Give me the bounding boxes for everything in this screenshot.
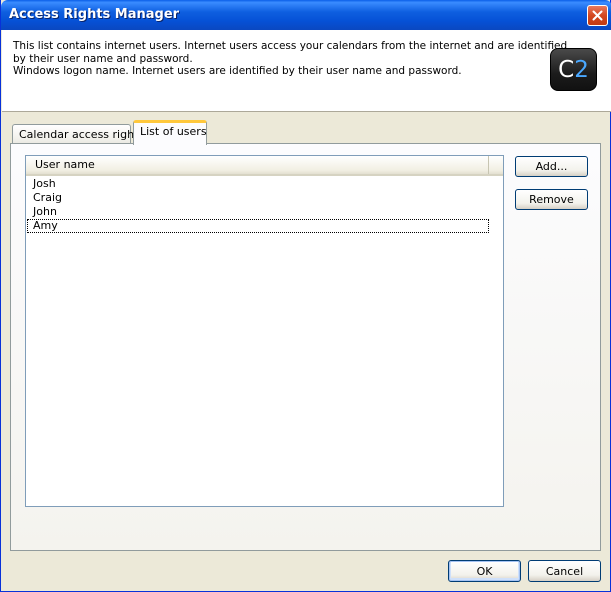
ok-button[interactable]: OK bbox=[448, 560, 521, 582]
description-line: by their user name and password. bbox=[13, 52, 193, 65]
close-icon bbox=[592, 10, 603, 21]
title-bar[interactable]: Access Rights Manager bbox=[1, 0, 611, 30]
description-text: This list contains internet users. Inter… bbox=[13, 40, 568, 78]
close-button[interactable] bbox=[587, 5, 608, 26]
list-item[interactable]: John bbox=[27, 205, 489, 219]
tab-calendar-access-rights[interactable]: Calendar access rights bbox=[12, 124, 144, 145]
access-rights-dialog: Access Rights Manager This list contains… bbox=[0, 0, 611, 592]
cancel-button[interactable]: Cancel bbox=[528, 560, 601, 582]
list-item[interactable]: Josh bbox=[27, 177, 489, 191]
tab-list-of-users[interactable]: List of users bbox=[133, 120, 207, 145]
column-header-user-name[interactable]: User name bbox=[26, 156, 489, 174]
description-line: Windows logon name. Internet users are i… bbox=[13, 65, 462, 77]
logo-letter: C bbox=[558, 56, 575, 83]
remove-button[interactable]: Remove bbox=[515, 189, 588, 210]
description-panel: This list contains internet users. Inter… bbox=[2, 30, 611, 112]
logo-digit: 2 bbox=[574, 56, 589, 83]
list-header: User name bbox=[26, 156, 503, 176]
list-rows: Josh Craig John Amy bbox=[26, 177, 503, 233]
c2-logo-icon: C2 bbox=[550, 48, 597, 91]
user-list[interactable]: User name Josh Craig John Amy bbox=[25, 155, 504, 507]
window-title: Access Rights Manager bbox=[9, 7, 180, 22]
list-item[interactable]: Craig bbox=[27, 191, 489, 205]
add-button[interactable]: Add... bbox=[515, 156, 588, 177]
list-item-focused[interactable]: Amy bbox=[27, 219, 489, 233]
description-line: This list contains internet users. Inter… bbox=[13, 40, 568, 52]
